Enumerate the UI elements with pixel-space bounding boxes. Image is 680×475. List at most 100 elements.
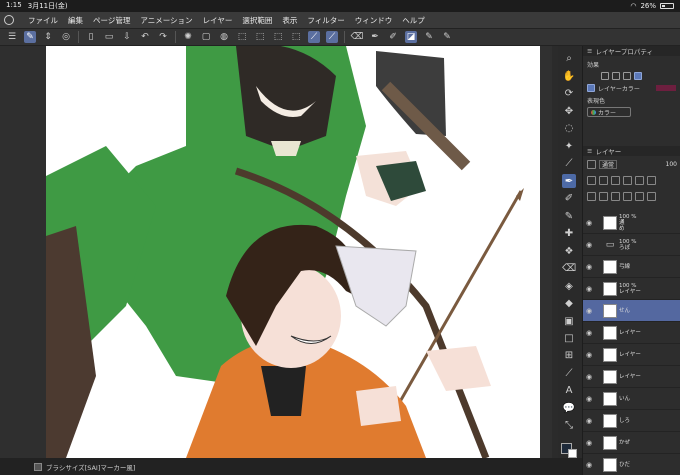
layer-row[interactable]: ◉ ▭ 100 % ろぽ xyxy=(583,234,680,256)
airbrush-icon[interactable]: ✚ xyxy=(562,227,576,240)
menu-help[interactable]: ヘルプ xyxy=(402,15,425,26)
expression-color-select[interactable]: カラー xyxy=(587,107,631,117)
layer-lock-slot[interactable] xyxy=(595,307,601,315)
layer-mask-toggle[interactable] xyxy=(587,159,596,169)
layer-lock-slot[interactable] xyxy=(595,417,601,425)
layer-lock-slot[interactable] xyxy=(595,329,601,337)
layer-color-checkbox[interactable] xyxy=(587,84,595,92)
layer-row[interactable]: ◉ いん xyxy=(583,388,680,410)
brush-size-icon[interactable] xyxy=(34,462,42,471)
layer-panel-header[interactable]: ≡ レイヤー xyxy=(583,146,680,156)
ruler-icon[interactable]: ⟋ xyxy=(562,367,576,380)
frame-icon[interactable]: ⊞ xyxy=(562,349,576,362)
hamburger-menu-icon[interactable]: ☰ xyxy=(6,31,18,43)
pencil-tool-icon[interactable]: ✐ xyxy=(562,192,576,205)
figure-icon[interactable]: □ xyxy=(562,332,576,345)
brush-tool-icon[interactable]: ✎ xyxy=(562,209,576,222)
panel-collapse-icon[interactable]: ≡ xyxy=(587,47,592,55)
menu-view[interactable]: 表示 xyxy=(282,15,297,26)
new-file-icon[interactable]: ▯ xyxy=(85,31,97,43)
eraser-icon[interactable]: ⌫ xyxy=(351,31,364,43)
open-folder-icon[interactable]: ▭ xyxy=(103,31,115,43)
pen-icon[interactable]: ✒ xyxy=(369,31,381,43)
visibility-eye-icon[interactable]: ◉ xyxy=(585,285,593,293)
invert-selection-icon[interactable]: ⬚ xyxy=(290,31,302,43)
canvas-area[interactable] xyxy=(46,46,552,458)
brush-icon[interactable]: ✎ xyxy=(423,31,435,43)
new-raster-layer-button[interactable] xyxy=(587,191,596,201)
layer-lock-slot[interactable] xyxy=(595,351,601,359)
balloon-icon[interactable]: 💬 xyxy=(562,402,576,415)
lasso-icon[interactable]: ◌ xyxy=(562,122,576,135)
color-mix-icon[interactable]: ◪ xyxy=(405,31,417,43)
new-vector-layer-button[interactable] xyxy=(599,191,608,201)
clip-layer-button[interactable] xyxy=(635,175,644,185)
eyedropper-icon[interactable]: ⟋ xyxy=(562,157,576,170)
layer-lock-slot[interactable] xyxy=(595,461,601,469)
layer-row[interactable]: ◉ ひだ xyxy=(583,454,680,475)
visibility-eye-icon[interactable]: ◉ xyxy=(585,219,593,227)
layer-lock-slot[interactable] xyxy=(595,285,601,293)
deselect-icon[interactable]: ⬚ xyxy=(254,31,266,43)
layer-row[interactable]: ◉ レイヤー xyxy=(583,344,680,366)
layer-lock-slot[interactable] xyxy=(595,373,601,381)
eraser-tool-icon[interactable]: ⌫ xyxy=(562,262,576,275)
marker-icon[interactable]: ✎ xyxy=(441,31,453,43)
new-folder-button[interactable] xyxy=(611,191,620,201)
clear-icon[interactable]: ▢ xyxy=(200,31,212,43)
move-icon[interactable]: ✥ xyxy=(562,104,576,117)
ruler-snap-icon[interactable]: ⟋ xyxy=(308,31,320,43)
layer-lock-slot[interactable] xyxy=(595,439,601,447)
tone-effect-button[interactable] xyxy=(623,72,631,80)
lock-alpha-button[interactable] xyxy=(623,175,632,185)
drawing-canvas[interactable] xyxy=(46,46,540,458)
layer-row[interactable]: ◉ せん xyxy=(583,300,680,322)
blend-icon[interactable]: ◈ xyxy=(562,279,576,292)
menu-filter[interactable]: フィルター xyxy=(307,15,344,26)
loading-icon[interactable]: ✺ xyxy=(182,31,194,43)
layer-lock-slot[interactable] xyxy=(595,395,601,403)
border-effect-button[interactable] xyxy=(601,72,609,80)
companion-icon[interactable]: ◎ xyxy=(60,31,72,43)
visibility-eye-icon[interactable]: ◉ xyxy=(585,439,593,447)
visibility-eye-icon[interactable]: ◉ xyxy=(585,263,593,271)
layer-row[interactable]: ◉ かぜ xyxy=(583,432,680,454)
vector-snap-icon[interactable]: ⟋ xyxy=(326,31,338,43)
layer-lock-slot[interactable] xyxy=(595,219,601,227)
mask-enable-button[interactable] xyxy=(647,175,656,185)
menu-window[interactable]: ウィンドウ xyxy=(355,15,393,26)
chevron-updown-icon[interactable]: ⇕ xyxy=(42,31,54,43)
panel-collapse-icon[interactable]: ≡ xyxy=(587,147,592,155)
decoration-icon[interactable]: ❖ xyxy=(562,244,576,257)
visibility-eye-icon[interactable]: ◉ xyxy=(585,395,593,403)
rotate-icon[interactable]: ⟳ xyxy=(562,87,576,100)
merge-layer-button[interactable] xyxy=(623,191,632,201)
visibility-eye-icon[interactable]: ◉ xyxy=(585,307,593,315)
layer-row[interactable]: ◉ レイヤー xyxy=(583,322,680,344)
layer-lock-slot[interactable] xyxy=(595,263,601,271)
layer-color-effect-button[interactable] xyxy=(634,72,642,80)
visibility-eye-icon[interactable]: ◉ xyxy=(585,417,593,425)
layer-mask-button[interactable] xyxy=(635,191,644,201)
layer-row[interactable]: ◉ レイヤー xyxy=(583,366,680,388)
layer-color-chip[interactable] xyxy=(656,85,676,91)
fill-icon[interactable]: ◍ xyxy=(218,31,230,43)
delete-layer-button[interactable] xyxy=(647,191,656,201)
undo-icon[interactable]: ↶ xyxy=(139,31,151,43)
text-icon[interactable]: A xyxy=(562,384,576,397)
menu-layer[interactable]: レイヤー xyxy=(203,15,233,26)
pencil-icon[interactable]: ✐ xyxy=(387,31,399,43)
sub-color-swatch[interactable] xyxy=(568,449,577,459)
layer-row[interactable]: ◉ しろ xyxy=(583,410,680,432)
mask-effect-button[interactable] xyxy=(612,72,620,80)
fill-tool-icon[interactable]: ◆ xyxy=(562,297,576,310)
visibility-eye-icon[interactable]: ◉ xyxy=(585,461,593,469)
pen-tool-icon[interactable]: ✎ xyxy=(24,31,36,43)
layer-row[interactable]: ◉ 弓線 xyxy=(583,256,680,278)
gradient-icon[interactable]: ▣ xyxy=(562,314,576,327)
opacity-value[interactable]: 100 xyxy=(666,161,677,168)
visibility-eye-icon[interactable]: ◉ xyxy=(585,241,593,249)
zoom-icon[interactable]: ⌕ xyxy=(562,52,576,65)
magic-wand-icon[interactable]: ✦ xyxy=(562,139,576,152)
crop-icon[interactable]: ⬚ xyxy=(272,31,284,43)
